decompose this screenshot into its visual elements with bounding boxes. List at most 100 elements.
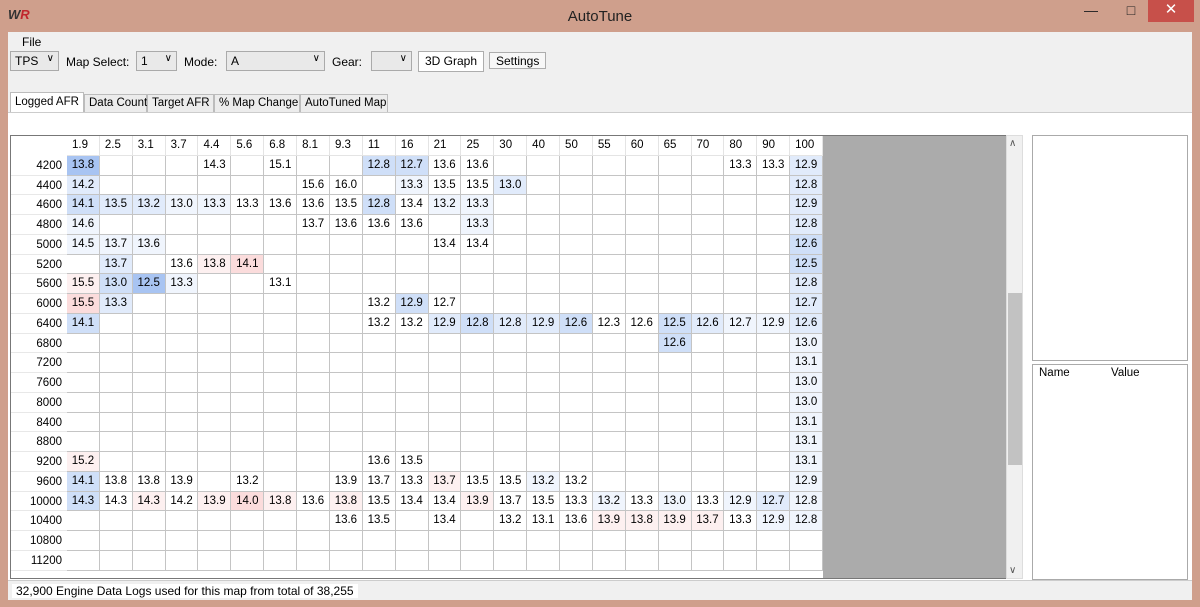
table-cell[interactable]: 14.6 — [67, 215, 100, 235]
table-cell[interactable]: 13.2 — [527, 471, 561, 492]
table-cell[interactable]: 13.5 — [362, 511, 396, 531]
minimize-icon[interactable]: — — [1074, 0, 1108, 22]
table-cell[interactable]: 13.5 — [494, 471, 528, 492]
table-cell[interactable]: 12.8 — [790, 215, 823, 235]
table-cell[interactable] — [527, 531, 561, 551]
table-cell[interactable] — [724, 215, 758, 235]
table-scrollbar[interactable]: ∧ ∨ — [1006, 135, 1023, 579]
table-cell[interactable] — [264, 254, 298, 275]
table-cell[interactable] — [461, 274, 495, 294]
table-cell[interactable] — [67, 511, 100, 531]
table-cell[interactable] — [395, 531, 429, 551]
table-cell[interactable] — [297, 392, 330, 413]
table-cell[interactable]: 13.2 — [395, 313, 429, 334]
table-cell[interactable] — [132, 452, 166, 472]
table-cell[interactable] — [625, 373, 659, 393]
table-cell[interactable]: 13.6 — [297, 491, 330, 512]
table-cell[interactable] — [625, 215, 659, 235]
table-cell[interactable] — [461, 412, 495, 433]
table-cell[interactable]: 13.3 — [165, 274, 199, 294]
table-cell[interactable] — [757, 452, 791, 472]
table-cell[interactable] — [625, 333, 659, 354]
table-cell[interactable] — [67, 353, 100, 373]
table-cell[interactable] — [757, 175, 791, 196]
table-cell[interactable]: 13.3 — [724, 511, 758, 531]
table-cell[interactable] — [592, 412, 626, 433]
table-cell[interactable] — [625, 432, 659, 452]
table-cell[interactable] — [198, 511, 232, 531]
table-cell[interactable]: 14.1 — [67, 313, 100, 334]
table-cell[interactable] — [132, 155, 166, 176]
table-cell[interactable]: 13.9 — [165, 471, 199, 492]
table-cell[interactable] — [658, 432, 692, 452]
table-cell[interactable]: 13.9 — [658, 511, 692, 531]
table-cell[interactable] — [362, 333, 396, 354]
table-cell[interactable]: 13.8 — [264, 491, 298, 512]
table-cell[interactable]: 13.6 — [165, 254, 199, 275]
table-cell[interactable]: 13.1 — [790, 452, 823, 472]
table-cell[interactable] — [527, 274, 561, 294]
table-cell[interactable] — [329, 155, 363, 176]
table-cell[interactable] — [428, 550, 462, 571]
table-cell[interactable] — [757, 195, 791, 215]
table-cell[interactable] — [231, 531, 265, 551]
table-cell[interactable]: 13.4 — [428, 491, 462, 512]
table-cell[interactable]: 14.0 — [231, 491, 265, 512]
table-cell[interactable] — [560, 195, 593, 215]
tab-map-change[interactable]: % Map Change — [214, 94, 300, 113]
table-cell[interactable] — [625, 254, 659, 275]
table-cell[interactable] — [165, 313, 199, 334]
table-cell[interactable]: 16.0 — [329, 175, 363, 196]
table-cell[interactable]: 13.2 — [132, 195, 166, 215]
table-cell[interactable] — [691, 215, 725, 235]
table-cell[interactable] — [757, 294, 791, 314]
table-cell[interactable]: 12.9 — [527, 313, 561, 334]
table-cell[interactable] — [691, 373, 725, 393]
table-cell[interactable]: 13.2 — [592, 491, 626, 512]
table-cell[interactable]: 12.8 — [362, 195, 396, 215]
table-cell[interactable] — [132, 353, 166, 373]
table-cell[interactable]: 13.7 — [362, 471, 396, 492]
table-cell[interactable]: 13.3 — [461, 195, 495, 215]
table-cell[interactable] — [329, 274, 363, 294]
table-cell[interactable] — [395, 333, 429, 354]
table-cell[interactable] — [724, 412, 758, 433]
table-cell[interactable] — [494, 412, 528, 433]
table-cell[interactable] — [264, 215, 298, 235]
table-cell[interactable]: 13.5 — [99, 195, 133, 215]
table-cell[interactable] — [625, 195, 659, 215]
table-cell[interactable] — [560, 155, 593, 176]
table-cell[interactable]: 12.7 — [724, 313, 758, 334]
table-cell[interactable] — [329, 452, 363, 472]
table-cell[interactable] — [560, 550, 593, 571]
table-cell[interactable] — [264, 531, 298, 551]
tab-logged-afr[interactable]: Logged AFR — [10, 92, 84, 113]
table-cell[interactable] — [560, 531, 593, 551]
table-cell[interactable]: 12.7 — [428, 294, 462, 314]
table-cell[interactable] — [132, 373, 166, 393]
table-cell[interactable] — [592, 353, 626, 373]
table-cell[interactable]: 13.2 — [231, 471, 265, 492]
table-cell[interactable] — [362, 432, 396, 452]
table-cell[interactable] — [560, 333, 593, 354]
table-cell[interactable]: 13.3 — [625, 491, 659, 512]
table-cell[interactable] — [165, 550, 199, 571]
table-cell[interactable] — [658, 550, 692, 571]
table-cell[interactable] — [264, 333, 298, 354]
table-cell[interactable] — [132, 412, 166, 433]
table-cell[interactable] — [658, 471, 692, 492]
table-cell[interactable]: 13.6 — [461, 155, 495, 176]
table-cell[interactable] — [658, 373, 692, 393]
table-cell[interactable] — [724, 353, 758, 373]
table-cell[interactable]: 12.9 — [757, 511, 791, 531]
table-cell[interactable] — [461, 254, 495, 275]
table-cell[interactable] — [724, 294, 758, 314]
table-cell[interactable] — [297, 274, 330, 294]
table-cell[interactable]: 13.3 — [757, 155, 791, 176]
table-cell[interactable] — [560, 294, 593, 314]
table-cell[interactable] — [724, 373, 758, 393]
table-cell[interactable] — [231, 353, 265, 373]
table-cell[interactable] — [592, 373, 626, 393]
table-cell[interactable] — [165, 175, 199, 196]
table-cell[interactable] — [362, 175, 396, 196]
